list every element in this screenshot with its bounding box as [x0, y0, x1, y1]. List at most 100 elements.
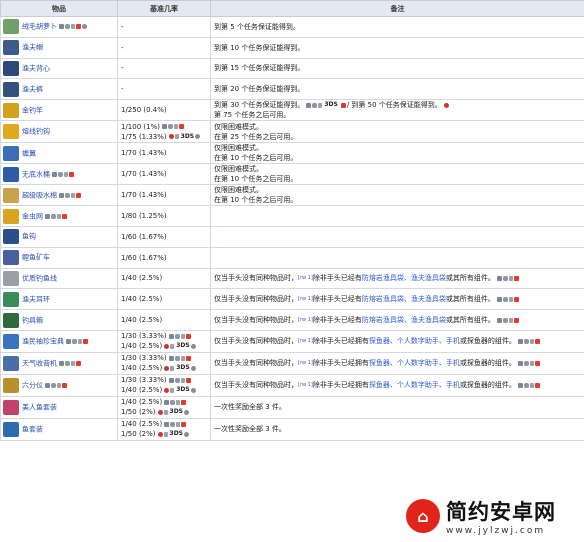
note-link[interactable]: 探鱼器、个人数字助手、手机 — [369, 381, 460, 389]
mob-platform-icon — [508, 275, 513, 281]
rate-text: 1/40 (2.5%) — [121, 274, 163, 283]
item-name-link[interactable]: 金钓竿 — [22, 106, 43, 114]
pc-platform-icon — [168, 333, 174, 339]
item-name-link[interactable]: 蟾翼 — [22, 149, 36, 157]
item-name-link[interactable]: 鲤鱼矿车 — [22, 254, 50, 262]
pc-platform-icon — [517, 338, 523, 344]
platform-icons — [164, 397, 187, 407]
note-link[interactable]: 防熔岩渔具袋、渔夫渔具袋 — [362, 295, 446, 303]
note-text-tail: 或探鱼器的组件。 — [459, 381, 516, 390]
pc-platform-icon — [306, 102, 312, 108]
rate-text: 1/30 (3.33%) — [121, 354, 167, 363]
item-cell: 渔夫帽 — [0, 36, 118, 59]
rate-cell: - — [117, 36, 211, 59]
item-name-link[interactable]: 天气收音机 — [22, 359, 57, 367]
note-text: 仅当手头没有同种物品时， — [214, 359, 298, 368]
rate-value: 1/30 (3.33%) — [121, 353, 207, 363]
sw-platform-icon — [534, 360, 540, 366]
note-text: 仅当手头没有同种物品时， — [214, 337, 298, 346]
note-line: 仅当手头没有同种物品时，[rw 1]除非手头已经拥有探鱼器、个人数字助手、手机或… — [214, 358, 581, 368]
item-name-link[interactable]: 渔夫帽 — [22, 44, 43, 52]
item-name-link[interactable]: 优质钓鱼线 — [22, 274, 57, 282]
rate-cell: 1/250 (0.4%) — [117, 99, 211, 122]
note-text-tail: 或其所有组件。 — [445, 316, 495, 325]
item-name-link[interactable]: 六分仪 — [22, 381, 43, 389]
note-text: 到第 15 个任务保证能得到。 — [214, 64, 305, 73]
platform-icons — [45, 380, 68, 390]
gear-platform-icon — [195, 134, 201, 140]
rate-text: 1/80 (1.25%) — [121, 212, 167, 221]
sw-platform-icon — [76, 24, 81, 30]
item-name-link[interactable]: 钓具箱 — [22, 316, 43, 324]
footnote-ref[interactable]: [rw 1] — [298, 296, 313, 302]
note-link[interactable]: 探鱼器、个人数字助手、手机 — [369, 359, 460, 367]
note-link[interactable]: 探鱼器、个人数字助手、手机 — [369, 337, 460, 345]
column-header-rate[interactable]: 基准几率 — [117, 0, 211, 17]
item-name-link[interactable]: 美人鱼套装 — [22, 403, 57, 411]
item-name-link[interactable]: 超级吸水棉 — [22, 191, 57, 199]
item-cell: 六分仪 — [0, 373, 118, 397]
note-text: 仅限困难模式。 — [214, 122, 263, 131]
footnote-ref[interactable]: [rw 1] — [298, 275, 313, 281]
item-name-link[interactable]: 鱼套装 — [22, 425, 43, 433]
platform-icons — [443, 101, 450, 111]
note-line: 仅当手头没有同种物品时，[rw 1]除非手头已经有防熔岩渔具袋、渔夫渔具袋或其所… — [214, 315, 581, 325]
item-name-link[interactable]: 无底水桶 — [22, 170, 50, 178]
note-link[interactable]: 防熔岩渔具袋、渔夫渔具袋 — [362, 316, 446, 324]
footnote-ref[interactable]: [rw 1] — [298, 338, 313, 344]
notes-cell: 仅当手头没有同种物品时，[rw 1]除非手头已经拥有探鱼器、个人数字助手、手机或… — [210, 351, 584, 375]
table-row: 熔线钓钩 1/100 (1%) 1/75 (1.33%) 3DS 仅限困难模式。 在第 2… — [0, 120, 584, 144]
mob-platform-icon — [170, 343, 175, 349]
note-text-mid: 除非手头已经拥有 — [312, 337, 369, 346]
table-row: 绒毛胡萝卜 - 到第 5 个任务保证能得到。 — [0, 16, 584, 38]
rate-value: 1/40 (2.5%) — [121, 419, 207, 429]
rate-value-alt: 1/40 (2.5%) 3DS — [121, 363, 207, 373]
note-link[interactable]: 防熔岩渔具袋、渔夫渔具袋 — [362, 274, 446, 282]
con-platform-icon — [174, 377, 180, 383]
notes-cell — [210, 246, 584, 269]
rate-value: - — [121, 43, 207, 53]
item-sprite-icon — [3, 124, 19, 140]
platform-icons — [168, 353, 192, 363]
note-text: 到第 10 个任务保证能得到。 — [214, 43, 305, 52]
rate-text: 1/70 (1.43%) — [121, 149, 167, 158]
notes-cell: 仅限困难模式。 在第 25 个任务之后可用。 — [210, 120, 584, 144]
red-platform-icon — [164, 343, 170, 349]
item-name-link[interactable]: 金虫网 — [22, 212, 43, 220]
sw-platform-icon — [340, 102, 346, 108]
item-name-link[interactable]: 鱼钩 — [22, 233, 36, 241]
column-header-notes[interactable]: 备注 — [210, 0, 584, 17]
note-text: 到第 5 个任务保证能得到。 — [214, 22, 300, 31]
notes-cell: 仅当手头没有同种物品时，[rw 1]除非手头已经有防熔岩渔具袋、渔夫渔具袋或其所… — [210, 288, 584, 311]
red-platform-icon — [164, 387, 170, 393]
mob-platform-icon — [180, 333, 185, 339]
rate-value: 1/40 (2.5%) — [121, 397, 207, 407]
note-line: 仅限困难模式。 — [214, 186, 581, 196]
rate-cell: 1/70 (1.43%) — [117, 163, 211, 186]
item-sprite-icon — [3, 377, 19, 393]
con-platform-icon — [65, 360, 70, 366]
item-cell: 优质钓鱼线 — [0, 267, 118, 290]
rate-text: 1/100 (1%) — [121, 122, 160, 131]
item-name-link[interactable]: 渔夫耳环 — [22, 295, 50, 303]
rate-text: 1/70 (1.43%) — [121, 170, 167, 179]
column-header-item[interactable]: 物品 — [0, 0, 118, 17]
item-name-link[interactable]: 渔夫裤 — [22, 85, 43, 93]
item-name-link[interactable]: 渔夫背心 — [22, 64, 50, 72]
rate-value: 1/250 (0.4%) — [121, 105, 207, 115]
mob-platform-icon — [163, 431, 168, 437]
notes-cell: 到第 15 个任务保证能得到。 — [210, 57, 584, 80]
mob-platform-icon — [180, 377, 185, 383]
item-name-link[interactable]: 渔民袖珍宝典 — [22, 337, 64, 345]
platform-icons — [59, 22, 88, 32]
rate-text: 1/40 (2.5%) — [121, 420, 163, 429]
item-cell: 鱼钩 — [0, 225, 118, 248]
note-text-tail: 或其所有组件。 — [445, 295, 495, 304]
footnote-ref[interactable]: [rw 1] — [298, 360, 313, 366]
item-cell: 渔夫背心 — [0, 57, 118, 80]
footnote-ref[interactable]: [rw 1] — [298, 317, 313, 323]
sw-platform-icon — [185, 355, 191, 361]
item-name-link[interactable]: 熔线钓钩 — [22, 128, 50, 136]
footnote-ref[interactable]: [rw 1] — [298, 382, 313, 388]
item-name-link[interactable]: 绒毛胡萝卜 — [22, 23, 57, 31]
